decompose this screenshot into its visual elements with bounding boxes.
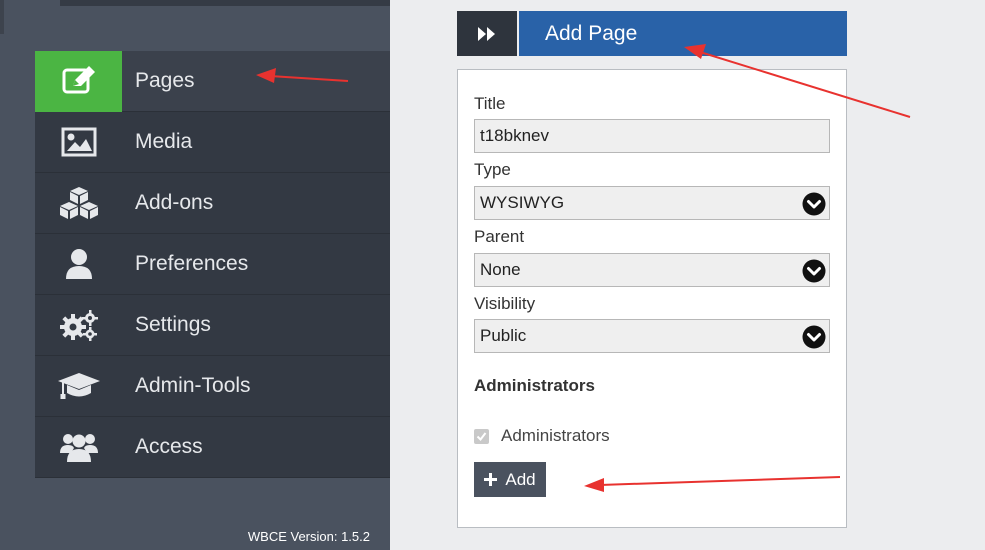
graduation-cap-icon [35, 356, 122, 417]
sidebar-item-label: Settings [135, 313, 211, 336]
image-icon [35, 112, 122, 173]
collapse-toggle-button[interactable] [457, 11, 517, 56]
sidebar-item-label: Admin-Tools [135, 374, 251, 397]
panel-title: Add Page [517, 11, 847, 56]
sidebar-item-access[interactable]: Access [35, 417, 390, 478]
gears-icon [35, 295, 122, 356]
sidebar-menu: Pages Media Add-ons Preferences Settings… [35, 50, 390, 478]
edit-icon [35, 50, 122, 112]
visibility-select[interactable]: Public [474, 319, 830, 353]
type-label: Type [474, 160, 511, 179]
sidebar: Pages Media Add-ons Preferences Settings… [0, 0, 390, 550]
sidebar-item-label: Pages [135, 69, 195, 92]
user-icon [35, 234, 122, 295]
add-button-label: Add [505, 469, 536, 489]
sidebar-item-label: Preferences [135, 252, 249, 275]
double-chevron-right-icon [478, 26, 495, 41]
sidebar-item-label: Media [135, 130, 193, 153]
sidebar-item-pages[interactable]: Pages [35, 50, 390, 112]
administrators-checkbox-row: Administrators [474, 426, 610, 446]
sidebar-item-add-ons[interactable]: Add-ons [35, 173, 390, 234]
sidebar-item-media[interactable]: Media [35, 112, 390, 173]
parent-label: Parent [474, 227, 525, 246]
add-button[interactable]: Add [474, 462, 546, 497]
chevron-down-icon [802, 259, 826, 283]
sidebar-item-label: Access [135, 435, 203, 458]
plus-icon [484, 473, 498, 486]
panel-header: Add Page [457, 11, 847, 56]
parent-select[interactable]: None [474, 253, 830, 287]
sidebar-item-admin-tools[interactable]: Admin-Tools [35, 356, 390, 417]
visibility-select-value: Public [480, 326, 527, 345]
checkmark-icon [476, 431, 487, 441]
visibility-label: Visibility [474, 294, 536, 313]
chevron-down-icon [802, 325, 826, 349]
users-icon [35, 417, 122, 478]
sidebar-top-bar [60, 0, 390, 6]
add-page-form: Title t18bknev Type WYSIWYG Parent None … [457, 69, 847, 528]
administrators-section-title: Administrators [474, 376, 595, 395]
sidebar-top-stub [0, 0, 4, 34]
chevron-down-icon [802, 192, 826, 216]
cubes-icon [35, 173, 122, 234]
type-select[interactable]: WYSIWYG [474, 186, 830, 220]
administrators-checkbox-label: Administrators [501, 426, 610, 445]
sidebar-item-label: Add-ons [135, 191, 214, 214]
version-label: WBCE Version: 1.5.2 [247, 529, 370, 544]
sidebar-item-settings[interactable]: Settings [35, 295, 390, 356]
title-input[interactable]: t18bknev [474, 119, 830, 153]
title-label: Title [474, 94, 506, 113]
parent-select-value: None [480, 260, 521, 279]
type-select-value: WYSIWYG [480, 193, 565, 212]
sidebar-item-preferences[interactable]: Preferences [35, 234, 390, 295]
administrators-checkbox[interactable] [474, 428, 489, 444]
